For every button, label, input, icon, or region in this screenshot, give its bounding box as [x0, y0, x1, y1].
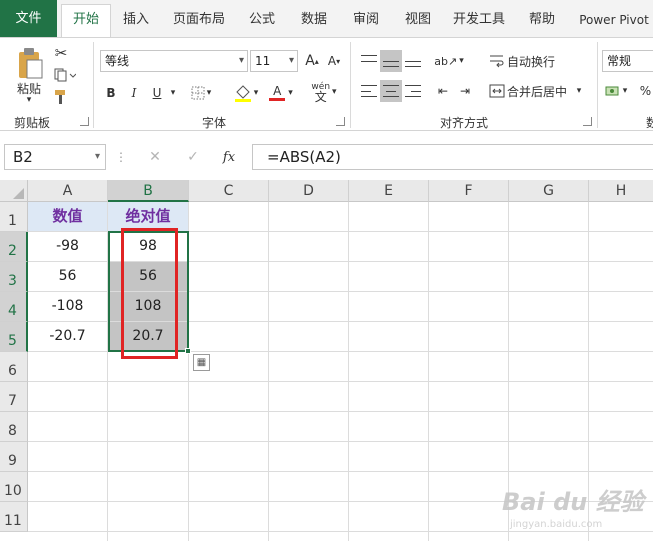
decrease-indent-icon[interactable]: ⇤: [432, 80, 454, 102]
tab-help[interactable]: 帮助: [520, 8, 564, 32]
number-format-select[interactable]: 常规: [602, 50, 653, 72]
cell-a4[interactable]: -108: [28, 292, 108, 322]
paste-label[interactable]: 粘贴: [12, 80, 46, 96]
formula-bar: B2 ▾ ⋮ ✕ ✓ fx =ABS(A2): [0, 140, 653, 174]
cell-a5[interactable]: -20.7: [28, 322, 108, 352]
paste-button[interactable]: [10, 44, 50, 84]
middle-align-icon[interactable]: [380, 50, 402, 72]
percent-style-button[interactable]: %: [638, 80, 653, 102]
group-separator: [350, 42, 351, 128]
tab-file[interactable]: 文件: [0, 0, 57, 38]
tab-page-layout[interactable]: 页面布局: [166, 8, 232, 32]
font-name-select[interactable]: 等线 ▾: [100, 50, 248, 72]
alignment-group-label: 对齐方式: [440, 116, 489, 130]
group-separator: [93, 42, 94, 128]
chevron-down-icon: ▾: [94, 151, 100, 162]
number-format-value: 常规: [607, 54, 632, 68]
merge-dropdown-chevron-icon[interactable]: ▾: [573, 80, 585, 102]
number-group-label: 数: [646, 116, 653, 130]
increase-indent-icon[interactable]: ⇥: [454, 80, 476, 102]
font-size-select[interactable]: 11 ▾: [250, 50, 298, 72]
fill-handle[interactable]: [185, 348, 191, 354]
cancel-entry-icon[interactable]: ✕: [144, 146, 166, 168]
copy-icon[interactable]: [52, 66, 78, 84]
quick-analysis-icon[interactable]: ▦: [193, 354, 210, 371]
tab-home[interactable]: 开始: [61, 4, 111, 38]
cell-a1[interactable]: 数值: [28, 202, 108, 232]
wrap-text-button[interactable]: 自动换行: [507, 50, 559, 72]
cell-a3[interactable]: 56: [28, 262, 108, 292]
underline-dropdown-chevron-icon[interactable]: ▾: [167, 82, 179, 104]
orientation-icon[interactable]: ab↗ ▾: [432, 50, 466, 72]
increase-font-size-icon[interactable]: A ▴: [302, 50, 322, 72]
merge-center-button[interactable]: 合并后居中: [507, 80, 573, 102]
chevron-down-icon: ▾: [238, 55, 244, 66]
align-center-icon[interactable]: [380, 80, 402, 102]
font-dialog-launcher-icon[interactable]: [336, 117, 345, 126]
font-size-value: 11: [255, 54, 271, 68]
italic-button[interactable]: I: [124, 82, 144, 104]
clipboard-icon: [16, 46, 44, 83]
ribbon-tab-bar: 文件 开始 插入 页面布局 公式 数据 审阅 视图 开发工具 帮助 Power …: [0, 0, 653, 38]
font-color-icon[interactable]: A ▾: [266, 82, 296, 104]
font-name-value: 等线: [105, 54, 130, 68]
chevron-down-icon: ▾: [288, 55, 294, 66]
group-separator: [597, 42, 598, 128]
tab-developer[interactable]: 开发工具: [446, 8, 512, 32]
insert-function-button[interactable]: fx: [218, 146, 240, 168]
cell-a2[interactable]: -98: [28, 232, 108, 262]
tab-data[interactable]: 数据: [292, 8, 336, 32]
accounting-format-icon[interactable]: ▾: [604, 80, 628, 102]
clipboard-group-label: 剪贴板: [14, 116, 51, 130]
font-color-glyph: A: [273, 84, 282, 98]
tab-view[interactable]: 视图: [396, 8, 440, 32]
tab-power-pivot[interactable]: Power Pivot: [575, 8, 653, 32]
format-painter-icon[interactable]: [52, 88, 70, 106]
tab-formulas[interactable]: 公式: [240, 8, 284, 32]
merge-center-icon[interactable]: [488, 80, 506, 102]
bold-button[interactable]: B: [101, 82, 121, 104]
decrease-font-size-icon[interactable]: A ▾: [324, 50, 344, 72]
cut-icon[interactable]: ✂: [52, 44, 70, 62]
watermark-url: jingyan.baidu.com: [510, 519, 603, 530]
align-right-icon[interactable]: [402, 80, 424, 102]
confirm-entry-icon[interactable]: ✓: [182, 146, 204, 168]
align-left-icon[interactable]: [358, 80, 380, 102]
highlight-annotation-box: [121, 228, 178, 359]
top-align-icon[interactable]: [358, 50, 380, 72]
clipboard-dialog-launcher-icon[interactable]: [80, 117, 89, 126]
watermark-brand: Bai du 经验: [502, 488, 644, 516]
name-box[interactable]: B2 ▾: [4, 144, 106, 170]
phonetic-guide-icon[interactable]: wén 文 ▾: [306, 80, 342, 104]
fill-color-icon[interactable]: ▾: [230, 82, 262, 104]
formula-input[interactable]: =ABS(A2): [252, 144, 653, 170]
paste-dropdown-chevron-icon[interactable]: ▾: [22, 95, 36, 105]
bottom-align-icon[interactable]: [402, 50, 424, 72]
wrap-text-icon[interactable]: [488, 50, 506, 72]
borders-icon[interactable]: ▾: [186, 82, 216, 104]
ribbon: 粘贴 ▾ ✂ 剪贴板 等线 ▾ 11 ▾ A ▴ A ▾ B I U ▾ ▾ ▾ A ▾ …: [0, 37, 653, 131]
alignment-dialog-launcher-icon[interactable]: [583, 117, 592, 126]
tab-review[interactable]: 审阅: [344, 8, 388, 32]
baidu-jingyan-watermark: Bai du 经验 jingyan.baidu.com: [502, 482, 652, 532]
underline-button[interactable]: U: [147, 82, 167, 104]
formula-bar-grip-icon: ⋮: [115, 150, 127, 164]
name-box-value: B2: [13, 148, 33, 166]
tab-insert[interactable]: 插入: [114, 8, 158, 32]
font-group-label: 字体: [202, 116, 227, 130]
